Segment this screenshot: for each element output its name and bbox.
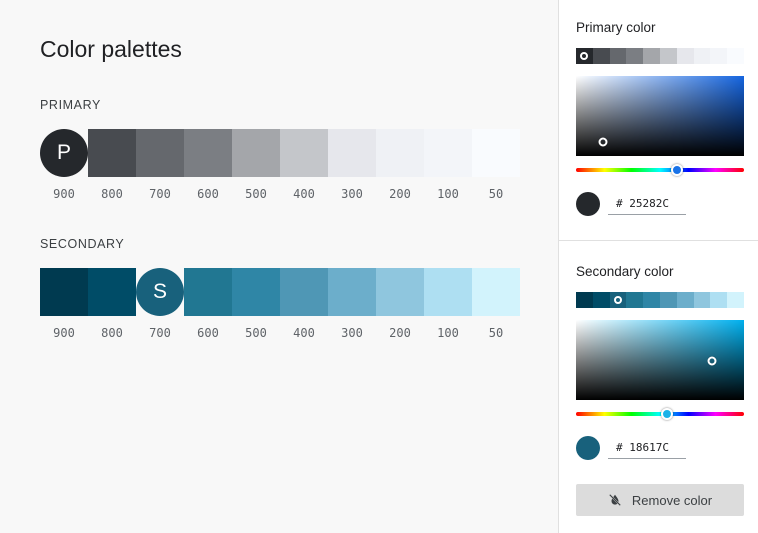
primary-shade-label: 200 [389,187,411,201]
secondary-swatch-400[interactable] [280,268,328,316]
primary-strip-cell[interactable] [592,48,610,64]
primary-shade-strip [576,48,744,64]
primary-strip-cell[interactable] [676,48,694,64]
color-sidebar: Primary color Secondary color [558,0,758,533]
primary-strip-cell[interactable] [710,48,728,64]
primary-swatch-50[interactable] [472,129,520,177]
primary-strip-cell[interactable] [643,48,660,64]
primary-strip-cell[interactable] [626,48,644,64]
primary-selected-letter: P [56,141,71,164]
secondary-swatch-50[interactable] [472,268,520,316]
secondary-shade-label: 400 [293,326,315,340]
primary-swatch-500[interactable] [232,129,280,177]
secondary-shade-label: 300 [341,326,363,340]
primary-swatch-700[interactable] [136,129,184,177]
sidebar-divider [559,240,758,241]
secondary-shade-labels: 900 800 700 600 500 400 300 200 100 50 [40,326,520,340]
secondary-strip-cell[interactable] [710,292,728,308]
primary-shade-label: 100 [437,187,459,201]
primary-shade-label: 500 [245,187,267,201]
secondary-shade-label: 200 [389,326,411,340]
primary-swatch-600[interactable] [184,129,232,177]
secondary-swatch-300[interactable] [328,268,376,316]
secondary-shade-label: 100 [437,326,459,340]
secondary-strip-cell[interactable] [609,292,627,308]
primary-shade-label: 900 [53,187,75,201]
main-panel: Color palettes PRIMARY P 900 800 700 600 500… [0,0,558,533]
secondary-shade-label: 800 [101,326,123,340]
primary-saturation-handle[interactable] [598,137,608,147]
color-off-icon [608,493,622,507]
secondary-section-label: SECONDARY [40,237,125,251]
primary-shade-labels: 900 800 700 600 500 400 300 200 100 50 [40,187,520,201]
primary-shade-label: 600 [197,187,219,201]
primary-strip-cell[interactable] [659,48,677,64]
secondary-swatch-900[interactable] [40,268,88,316]
secondary-shade-strip [576,292,744,308]
secondary-strip-cell[interactable] [592,292,610,308]
primary-strip-cell[interactable] [576,48,593,64]
secondary-saturation-handle[interactable] [707,356,717,366]
primary-strip-selected-ring [580,52,589,60]
primary-color-title: Primary color [576,20,656,35]
primary-swatch-200[interactable] [376,129,424,177]
primary-swatch-300[interactable] [328,129,376,177]
secondary-swatch-100[interactable] [424,268,472,316]
page-title: Color palettes [40,36,182,62]
secondary-hex-input[interactable] [608,437,686,459]
primary-swatch-400[interactable] [280,129,328,177]
secondary-strip-cell[interactable] [626,292,644,308]
primary-hue-slider[interactable] [576,164,744,176]
primary-hex-input[interactable] [608,193,686,215]
primary-shade-label: 400 [293,187,315,201]
secondary-strip-selected-ring [613,296,622,304]
primary-palette: P [40,129,520,177]
primary-shade-label: 50 [488,187,504,201]
secondary-hue-handle[interactable] [660,408,673,420]
secondary-shade-label: 500 [245,326,267,340]
primary-saturation-box[interactable] [576,76,744,156]
secondary-color-title: Secondary color [576,264,674,279]
secondary-strip-cell[interactable] [643,292,660,308]
secondary-selected-letter: S [152,280,167,303]
primary-strip-cell[interactable] [609,48,627,64]
primary-swatch-100[interactable] [424,129,472,177]
secondary-saturation-box[interactable] [576,320,744,400]
primary-shade-label: 700 [149,187,171,201]
secondary-shade-label: 900 [53,326,75,340]
secondary-strip-cell[interactable] [659,292,677,308]
secondary-swatch-800[interactable] [88,268,136,316]
secondary-shade-label: 50 [488,326,504,340]
remove-color-label: Remove color [631,492,713,508]
secondary-strip-cell[interactable] [693,292,711,308]
secondary-shade-label: 700 [149,326,171,340]
secondary-swatch-200[interactable] [376,268,424,316]
primary-hue-handle[interactable] [670,164,683,176]
secondary-color-preview [576,436,600,460]
secondary-swatch-600[interactable] [184,268,232,316]
remove-color-button[interactable]: Remove color [576,484,744,516]
secondary-palette: S [40,268,520,316]
secondary-hue-slider[interactable] [576,408,744,420]
secondary-swatch-700[interactable]: S [136,268,184,316]
secondary-strip-cell[interactable] [676,292,694,308]
primary-shade-label: 300 [341,187,363,201]
primary-strip-cell[interactable] [693,48,711,64]
primary-swatch-800[interactable] [88,129,136,177]
primary-shade-label: 800 [101,187,123,201]
secondary-shade-label: 600 [197,326,219,340]
primary-swatch-900[interactable]: P [40,129,88,177]
secondary-strip-cell[interactable] [727,292,744,308]
primary-section-label: PRIMARY [40,98,101,112]
primary-strip-cell[interactable] [727,48,744,64]
secondary-strip-cell[interactable] [576,292,593,308]
secondary-swatch-500[interactable] [232,268,280,316]
primary-color-preview [576,192,600,216]
